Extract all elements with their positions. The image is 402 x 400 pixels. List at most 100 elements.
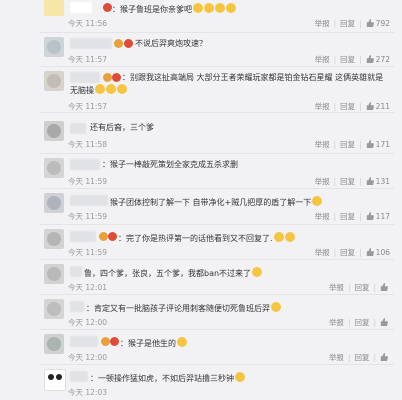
comment-text: ：完了你是热评第一的话他看到又不回复了.: [118, 231, 295, 244]
comment-actions: 举报 | 回复 | 792: [314, 18, 390, 29]
like-button[interactable]: 131: [366, 176, 390, 186]
emoji-icon: [235, 372, 245, 382]
comment-text: 还有后裔，三个爹: [90, 123, 154, 132]
vip-badge-icon: [99, 232, 108, 241]
thumbs-up-icon: [380, 318, 388, 326]
avatar[interactable]: [44, 193, 64, 213]
reply-button[interactable]: 回复: [354, 317, 369, 328]
thumbs-up-icon: [366, 140, 374, 148]
username-blurred[interactable]: [70, 38, 112, 49]
username-blurred[interactable]: [70, 301, 84, 312]
comment-time: 今天 12:00: [68, 353, 107, 362]
like-button[interactable]: [380, 317, 390, 327]
report-button[interactable]: 举报: [315, 211, 330, 222]
comment-text: 鲁，四个爹，张良，五个爹，我都ban不过来了: [84, 266, 263, 279]
username-blurred[interactable]: [70, 2, 92, 13]
comment-actions: 举报 | 回复 | 117: [314, 211, 390, 222]
comment-actions: 举报 | 回复 |: [329, 282, 390, 293]
like-button[interactable]: 171: [366, 139, 390, 149]
report-button[interactable]: 举报: [315, 176, 330, 187]
avatar[interactable]: [44, 158, 64, 178]
avatar[interactable]: [44, 334, 64, 354]
like-button[interactable]: 792: [366, 18, 390, 28]
reply-button[interactable]: 回复: [340, 101, 355, 112]
comment-time: 今天 12:03: [68, 388, 107, 397]
username-blurred[interactable]: [70, 336, 98, 347]
username-blurred[interactable]: [70, 123, 86, 134]
report-button[interactable]: 举报: [315, 139, 330, 150]
username-blurred[interactable]: [70, 266, 82, 277]
report-button[interactable]: 举报: [315, 101, 330, 112]
reply-button[interactable]: 回复: [340, 176, 355, 187]
thumbs-up-icon: [366, 55, 374, 63]
vip-badge-icon: [114, 39, 123, 48]
divider: [40, 364, 394, 365]
comment-text: ：猴子是他生的: [120, 336, 187, 349]
thumbs-up-icon: [366, 212, 374, 220]
avatar[interactable]: [44, 369, 66, 391]
reply-button[interactable]: 回复: [354, 352, 369, 363]
reply-button[interactable]: 回复: [354, 282, 369, 293]
emoji-icon: [177, 337, 187, 347]
avatar[interactable]: [44, 121, 64, 141]
emoji-icon: [273, 232, 284, 242]
comment-text: ：猴子鲁班是你亲爹吧: [112, 2, 236, 15]
report-button[interactable]: 举报: [329, 317, 344, 328]
comment-actions: 举报 | 回复 | 106: [314, 247, 390, 258]
comment-actions: 举报 | 回复 | 131: [314, 176, 390, 187]
reply-button[interactable]: 回复: [340, 54, 355, 65]
like-button[interactable]: 211: [366, 101, 390, 111]
avatar[interactable]: [44, 264, 64, 284]
emoji-icon: [106, 84, 116, 94]
avatar[interactable]: [44, 299, 64, 319]
comment-time: 今天 11:57: [68, 55, 107, 64]
comment-list: ：猴子鲁班是你亲爹吧 今天 11:56 举报 | 回复 | 792 不说后羿爽炮攻速？ …: [0, 0, 402, 400]
vip-badge-icon: [124, 39, 133, 48]
comment-time: 今天 11:59: [68, 212, 107, 221]
comment-text: ：肯定又有一批脑孩子评论用刺客随便切死鲁班后羿: [86, 301, 281, 314]
thumbs-up-icon: [380, 283, 388, 291]
divider: [40, 224, 394, 225]
emoji-icon: [271, 302, 281, 312]
avatar[interactable]: [44, 37, 64, 57]
thumbs-up-icon: [366, 248, 374, 256]
like-button[interactable]: [380, 352, 390, 362]
username-blurred[interactable]: [70, 195, 108, 206]
vip-badge-icon: [101, 337, 110, 346]
username-blurred[interactable]: [70, 159, 100, 170]
username-blurred[interactable]: [70, 371, 88, 382]
divider: [40, 259, 394, 260]
like-button[interactable]: 106: [366, 247, 390, 257]
thumbs-up-icon: [366, 102, 374, 110]
comment-text: ：猴子一棒敲死策划全家克成五杀求删: [102, 160, 238, 169]
reply-button[interactable]: 回复: [340, 247, 355, 258]
like-button[interactable]: [380, 282, 390, 292]
comment-time: 今天 12:01: [68, 283, 107, 292]
like-button[interactable]: 117: [366, 211, 390, 221]
username-blurred[interactable]: [70, 231, 96, 242]
avatar[interactable]: [44, 71, 64, 91]
comment-actions: 举报 | 回复 | 272: [314, 54, 390, 65]
reply-button[interactable]: 回复: [340, 211, 355, 222]
report-button[interactable]: 举报: [329, 282, 344, 293]
emoji-icon: [117, 84, 127, 94]
thumbs-up-icon: [380, 353, 388, 361]
avatar[interactable]: [44, 229, 64, 249]
report-button[interactable]: 举报: [315, 247, 330, 258]
comment-time: 今天 11:59: [68, 248, 107, 257]
reply-button[interactable]: 回复: [340, 18, 355, 29]
report-button[interactable]: 举报: [315, 54, 330, 65]
divider: [40, 329, 394, 330]
comment-actions: 举报 | 回复 | 211: [314, 101, 390, 112]
vip-badge-icon: [103, 3, 112, 12]
like-button[interactable]: 272: [366, 54, 390, 64]
divider: [40, 188, 394, 189]
comment-text: 猴子团体控制了解一下 自带净化+贼几把厚的盾了解一下: [110, 195, 323, 208]
report-button[interactable]: 举报: [329, 352, 344, 363]
comment-time: 今天 12:00: [68, 318, 107, 327]
vip-badge-icon: [110, 337, 119, 346]
reply-button[interactable]: 回复: [340, 139, 355, 150]
report-button[interactable]: 举报: [315, 18, 330, 29]
emoji-icon: [95, 84, 105, 94]
avatar[interactable]: [44, 0, 64, 16]
